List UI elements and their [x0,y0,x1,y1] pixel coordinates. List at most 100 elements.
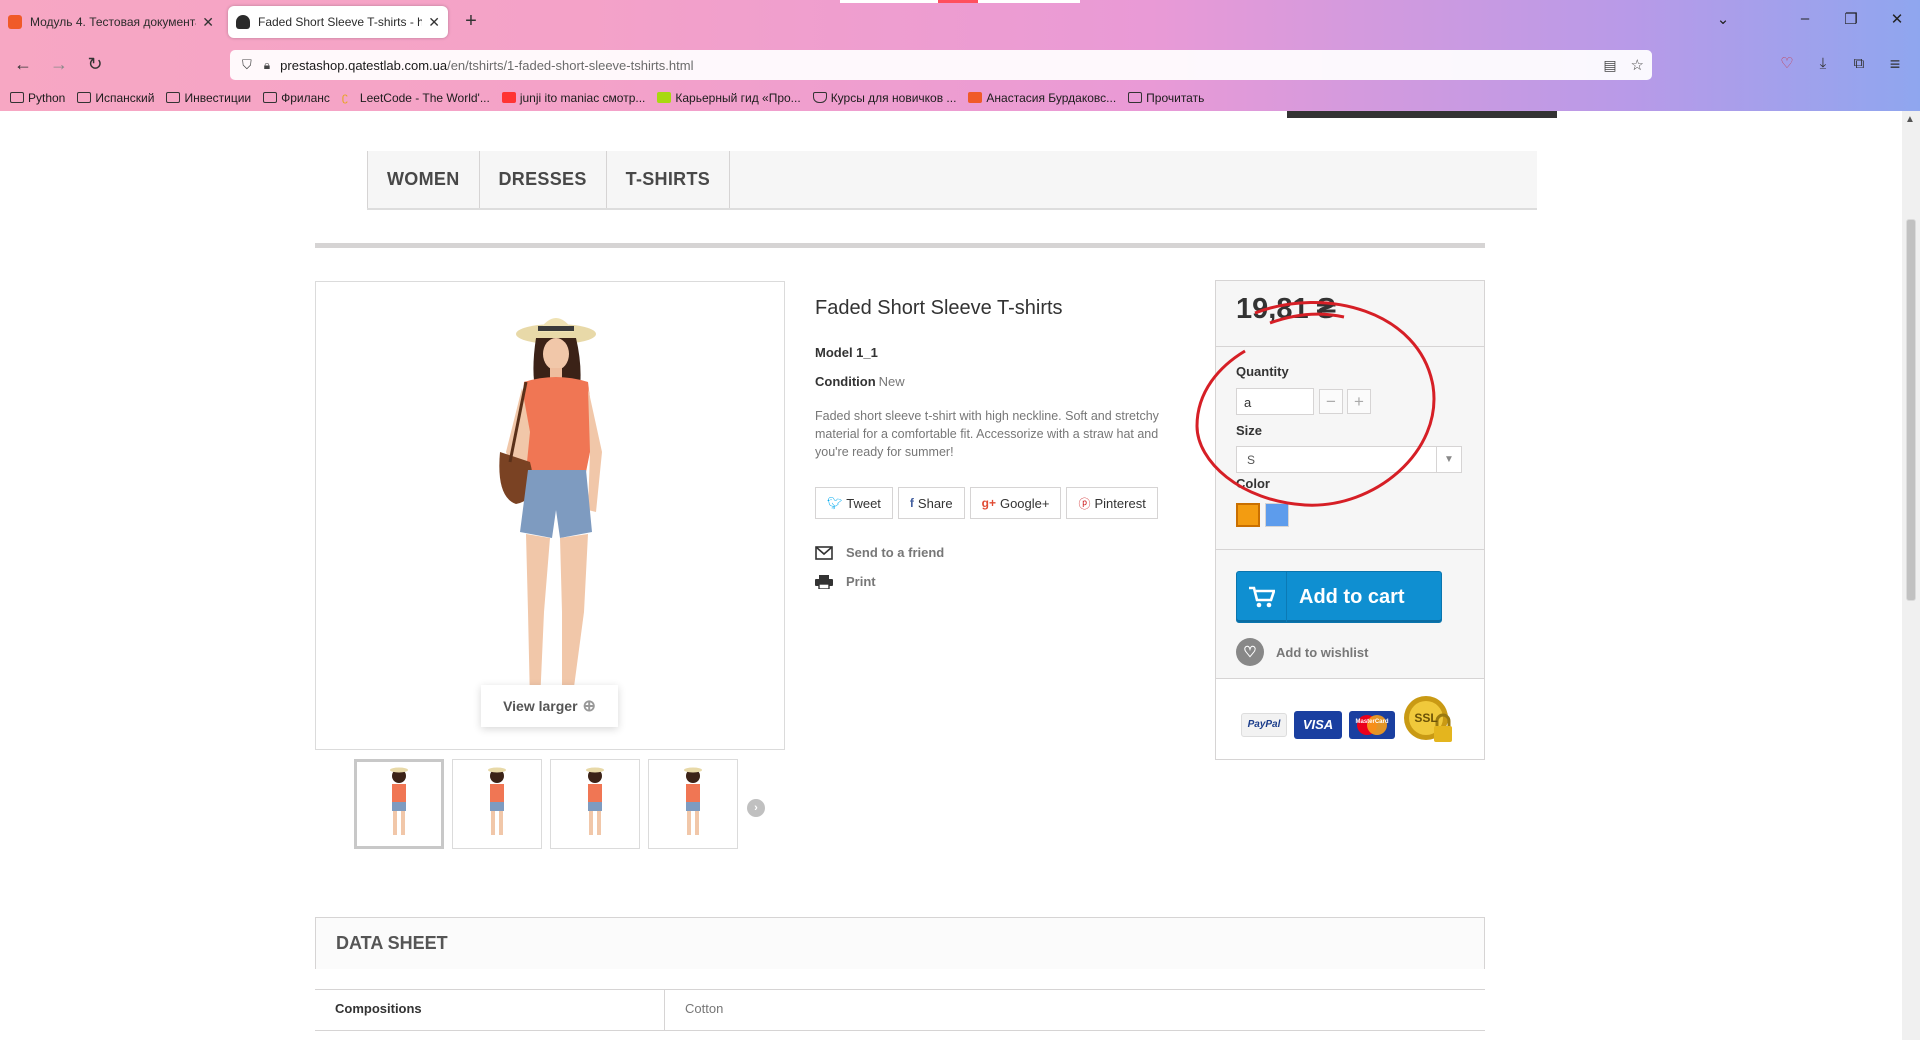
thumbnail-photo [488,767,506,835]
product-condition: Condition New [815,374,905,389]
bookmark-item[interactable]: Анастасия Бурдаковс... [968,91,1116,105]
close-window-icon[interactable]: ✕ [1874,10,1920,28]
downloads-icon[interactable]: ⤓ [1810,52,1836,76]
yandex-icon [501,92,516,103]
bookmark-label: Python [28,90,66,105]
page-scrollbar[interactable]: ▲ [1902,111,1920,1040]
menu-icon[interactable]: ≡ [1882,52,1908,76]
bookmark-item[interactable]: Python [10,91,65,105]
size-selected-value: S [1247,453,1256,467]
chevron-down-icon: ▼ [1436,447,1461,472]
close-tab-icon[interactable]: ✕ [428,14,440,31]
paypal-logo: PayPal [1241,713,1287,737]
print-link[interactable]: Print [815,574,876,589]
view-larger-label: View larger [503,698,578,714]
bookmark-item[interactable]: Фриланс [263,91,330,105]
add-to-cart-button[interactable]: Add to cart [1236,571,1442,623]
thumbnail-4[interactable] [648,759,738,849]
bookmark-item[interactable]: Испанский [77,91,154,105]
product-model: Model 1_1 [815,345,878,360]
bookmark-star-icon[interactable]: ☆ [1631,56,1644,74]
size-select[interactable]: S ▼ [1236,446,1462,473]
reader-view-icon[interactable]: ▤ [1603,57,1616,74]
facebook-share-button[interactable]: f Share [897,487,965,519]
minimize-icon[interactable]: – [1782,10,1828,27]
add-to-wishlist-link[interactable]: ♡ Add to wishlist [1236,638,1368,666]
thumbnail-3[interactable] [550,759,640,849]
cart-block-edge [1287,111,1557,118]
google-plus-button[interactable]: g+ Google+ [969,487,1062,519]
main-menu: WOMEN DRESSES T-SHIRTS [367,151,1537,210]
thumbnail-1[interactable] [354,759,444,849]
bookmark-item[interactable]: Курсы для новичков ... [812,91,956,105]
tweet-label: Tweet [846,495,881,511]
pinterest-button[interactable]: ⓟ Pinterest [1066,487,1158,519]
folder-icon [10,92,24,103]
browser-tab-inactive[interactable]: Модуль 4. Тестовая документа ✕ [0,6,222,38]
bookmark-label: Фриланс [281,90,330,105]
menu-item-dresses[interactable]: DRESSES [480,151,607,208]
data-sheet-heading: DATA SHEET [315,917,1485,969]
new-tab-icon[interactable]: + [460,10,482,33]
thumbnail-photo [684,767,702,835]
bookmark-item[interactable]: junji ito maniac смотр... [501,91,645,105]
content-divider [315,243,1485,248]
shield-icon[interactable]: ⛉ [242,57,252,73]
tweet-button[interactable]: 🐦︎ Tweet [815,487,893,519]
print-label: Print [846,574,876,589]
view-larger-button[interactable]: View larger ⊕ [481,685,618,727]
yandex-favicon-icon [8,15,22,29]
extensions-icon[interactable]: ⧉ [1846,52,1872,76]
envelope-icon [815,545,833,560]
bookmark-item[interactable]: ʗ LeetCode - The World'... [342,91,490,105]
scrollbar-thumb[interactable] [1906,219,1916,601]
reload-icon[interactable]: ↻ [82,52,108,76]
lock-icon[interactable]: 🔒︎ [264,58,270,73]
back-icon[interactable]: ← [10,52,36,76]
close-tab-icon[interactable]: ✕ [202,14,214,31]
social-share-buttons: 🐦︎ Tweet f Share g+ Google+ ⓟ Pinterest [815,487,1163,519]
menu-item-women[interactable]: WOMEN [367,151,480,208]
menu-item-tshirts[interactable]: T-SHIRTS [607,151,731,208]
quantity-input[interactable]: a [1236,388,1314,415]
mastercard-logo: MasterCard [1349,711,1395,739]
folder-icon [166,92,181,103]
quantity-decrease-button[interactable]: − [1319,389,1343,414]
page-content: WOMEN DRESSES T-SHIRTS View larger ⊕ › F… [0,111,1920,1040]
thumbnail-next-icon[interactable]: › [747,799,765,817]
address-bar[interactable]: ⛉ 🔒︎ prestashop.qatestlab.com.ua/en/tshi… [230,50,1652,80]
url-host: prestashop.qatestlab.com.ua [280,57,448,73]
folder-icon [263,92,278,103]
bookmark-item[interactable]: Карьерный гид «Про... [657,91,801,105]
quantity-increase-button[interactable]: + [1347,389,1371,414]
color-swatch-orange[interactable] [1236,503,1260,527]
heart-icon: ♡ [1236,638,1264,666]
browser-tab-active[interactable]: Faded Short Sleeve T-shirts - htt ✕ [228,6,448,38]
product-title: Faded Short Sleeve T-shirts [815,297,1063,319]
pinterest-label: Pinterest [1094,495,1146,511]
forward-icon[interactable]: → [46,52,72,76]
data-sheet-row: Compositions Cotton [315,989,1485,1031]
product-image[interactable] [315,281,785,750]
color-swatch-blue[interactable] [1265,503,1289,527]
bookmark-label: LeetCode - The World'... [359,90,490,105]
scroll-up-icon[interactable]: ▲ [1905,114,1915,125]
pinterest-icon: ⓟ [1078,496,1091,511]
bookmark-label: Инвестиции [184,90,252,105]
color-label: Color [1236,476,1270,491]
bookmark-item[interactable]: Прочитать [1128,91,1204,105]
thumbnail-photo [390,767,408,835]
condition-label: Condition [815,374,876,389]
folder-icon [1128,92,1143,103]
bookmark-label: Испанский [95,90,155,105]
pocket-icon[interactable]: ♡ [1774,52,1800,76]
product-description: Faded short sleeve t-shirt with high nec… [815,409,1159,459]
bookmark-item[interactable]: Инвестиции [166,91,251,105]
folder-icon [77,92,92,103]
send-to-friend-link[interactable]: Send to a friend [815,545,944,560]
list-tabs-icon[interactable]: ⌄ [1700,10,1746,28]
share-label: Share [917,495,953,511]
thumbnail-2[interactable] [452,759,542,849]
shopping-cart-icon [1237,572,1287,622]
restore-icon[interactable]: ❐ [1828,10,1874,28]
